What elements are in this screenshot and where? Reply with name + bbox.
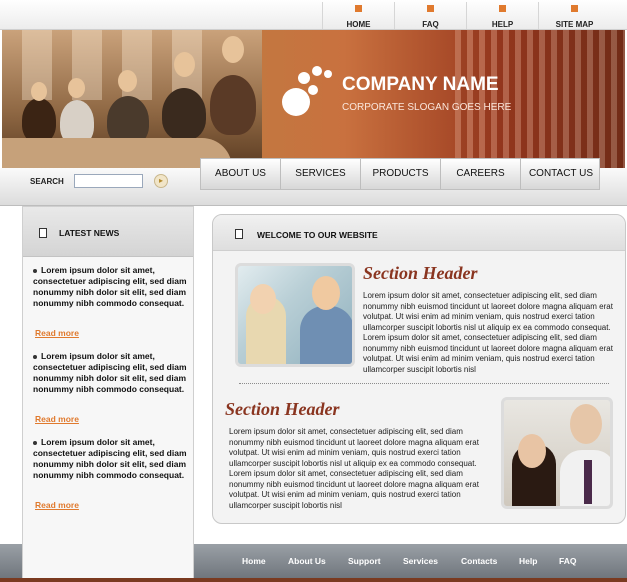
document-icon bbox=[39, 228, 47, 238]
main-header: WELCOME TO OUR WEBSITE bbox=[213, 215, 625, 251]
news-item: Lorem ipsum dolor sit amet, consectetuer… bbox=[33, 265, 188, 309]
news-text: Lorem ipsum dolor sit amet, consectetuer… bbox=[33, 351, 187, 394]
nav-careers[interactable]: CAREERS bbox=[441, 159, 521, 189]
search-label: SEARCH bbox=[30, 177, 64, 186]
section-header: Section Header bbox=[225, 399, 340, 419]
footer-link-contacts[interactable]: Contacts bbox=[461, 556, 497, 566]
news-text: Lorem ipsum dolor sit amet, consectetuer… bbox=[33, 437, 187, 480]
main-content: WELCOME TO OUR WEBSITE Section Header Lo… bbox=[212, 214, 626, 524]
meeting-photo bbox=[2, 30, 262, 168]
building-image bbox=[455, 30, 625, 168]
faq-icon bbox=[427, 5, 434, 12]
nav-contact-us[interactable]: CONTACT US bbox=[521, 159, 601, 189]
top-link-label: HOME bbox=[346, 20, 371, 29]
top-link-label: SITE MAP bbox=[555, 20, 594, 29]
news-item: Lorem ipsum dolor sit amet, consectetuer… bbox=[33, 437, 188, 481]
section-body: Lorem ipsum dolor sit amet, consectetuer… bbox=[363, 291, 613, 374]
sitemap-icon bbox=[571, 5, 578, 12]
footer-link-support[interactable]: Support bbox=[348, 556, 381, 566]
footer-link-services[interactable]: Services bbox=[403, 556, 438, 566]
read-more-link[interactable]: Read more bbox=[35, 500, 79, 510]
arrow-icon: ▸ bbox=[158, 176, 163, 185]
footer-link-home[interactable]: Home bbox=[242, 556, 266, 566]
document-icon bbox=[235, 229, 243, 239]
footer-sidebar-strip bbox=[22, 544, 194, 582]
company-name: COMPANY NAME bbox=[342, 74, 499, 95]
sidebar-header: LATEST NEWS bbox=[23, 207, 193, 257]
top-link-sitemap[interactable]: SITE MAP bbox=[538, 2, 610, 29]
nav-products[interactable]: PRODUCTS bbox=[361, 159, 441, 189]
top-link-faq[interactable]: FAQ bbox=[394, 2, 466, 29]
top-link-label: HELP bbox=[491, 20, 514, 29]
sidebar-title: LATEST NEWS bbox=[59, 228, 120, 238]
bullet-icon bbox=[33, 440, 37, 445]
company-slogan: CORPORATE SLOGAN GOES HERE bbox=[342, 102, 512, 113]
top-link-label: FAQ bbox=[422, 20, 439, 29]
main-title: WELCOME TO OUR WEBSITE bbox=[257, 230, 378, 240]
footer-bar: Home About Us Support Services Contacts … bbox=[0, 544, 627, 582]
bullet-icon bbox=[33, 354, 37, 359]
bullet-icon bbox=[33, 268, 37, 273]
top-link-help[interactable]: HELP bbox=[466, 2, 538, 29]
home-icon bbox=[355, 5, 362, 12]
latest-news-sidebar: LATEST NEWS Lorem ipsum dolor sit amet, … bbox=[22, 206, 194, 546]
search-input[interactable] bbox=[74, 174, 143, 188]
help-icon bbox=[499, 5, 506, 12]
read-more-link[interactable]: Read more bbox=[35, 328, 79, 338]
couple-photo bbox=[235, 263, 355, 367]
footer-link-about-us[interactable]: About Us bbox=[288, 556, 326, 566]
search-go-button[interactable]: ▸ bbox=[154, 174, 168, 188]
top-link-home[interactable]: HOME bbox=[322, 2, 394, 29]
section-body: Lorem ipsum dolor sit amet, consectetuer… bbox=[229, 427, 479, 510]
news-item: Lorem ipsum dolor sit amet, consectetuer… bbox=[33, 351, 188, 395]
footer-bottom-strip bbox=[0, 578, 627, 582]
read-more-link[interactable]: Read more bbox=[35, 414, 79, 424]
header-banner: COMPANY NAME CORPORATE SLOGAN GOES HERE bbox=[2, 30, 625, 168]
footer-link-help[interactable]: Help bbox=[519, 556, 537, 566]
news-text: Lorem ipsum dolor sit amet, consectetuer… bbox=[33, 265, 187, 308]
business-people-photo bbox=[501, 397, 613, 509]
nav-about-us[interactable]: ABOUT US bbox=[201, 159, 281, 189]
section-header: Section Header bbox=[363, 263, 478, 283]
top-links-bar: HOME FAQ HELP SITE MAP bbox=[0, 0, 627, 30]
footer-link-faq[interactable]: FAQ bbox=[559, 556, 576, 566]
main-nav: ABOUT US SERVICES PRODUCTS CAREERS CONTA… bbox=[200, 158, 600, 190]
section-divider bbox=[239, 383, 609, 384]
nav-services[interactable]: SERVICES bbox=[281, 159, 361, 189]
